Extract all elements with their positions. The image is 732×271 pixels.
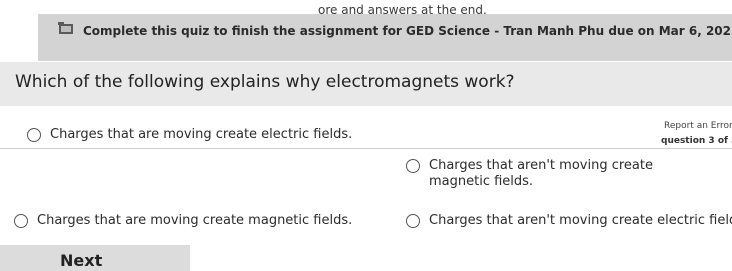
quiz-page: ore and answers at the end. Complete thi… — [0, 0, 732, 271]
answer-label-c: Charges that are moving create magnetic … — [37, 213, 353, 228]
answer-label-b: Charges that aren't moving create magnet… — [429, 158, 653, 189]
answer-option-d[interactable]: Charges that aren't moving create electr… — [406, 213, 732, 229]
question-counter: question 3 of 5 — [661, 136, 732, 146]
assignment-banner-text: Complete this quiz to finish the assignm… — [83, 24, 732, 38]
radio-button-c[interactable] — [14, 214, 28, 228]
radio-button-b[interactable] — [406, 159, 420, 173]
assignment-icon — [58, 22, 73, 34]
answer-label-a: Charges that are moving create electric … — [50, 127, 353, 142]
report-error-link[interactable]: Report an Error — [664, 121, 732, 131]
next-button[interactable]: Next — [0, 245, 190, 271]
answer-option-c[interactable]: Charges that are moving create magnetic … — [14, 213, 352, 229]
divider — [0, 148, 732, 149]
radio-button-a[interactable] — [27, 128, 41, 142]
radio-button-d[interactable] — [406, 214, 420, 228]
answer-option-a[interactable]: Charges that are moving create electric … — [27, 127, 352, 143]
question-text: Which of the following explains why elec… — [15, 72, 515, 92]
answer-label-d: Charges that aren't moving create electr… — [429, 213, 732, 228]
answer-option-b[interactable]: Charges that aren't moving create magnet… — [406, 158, 716, 190]
